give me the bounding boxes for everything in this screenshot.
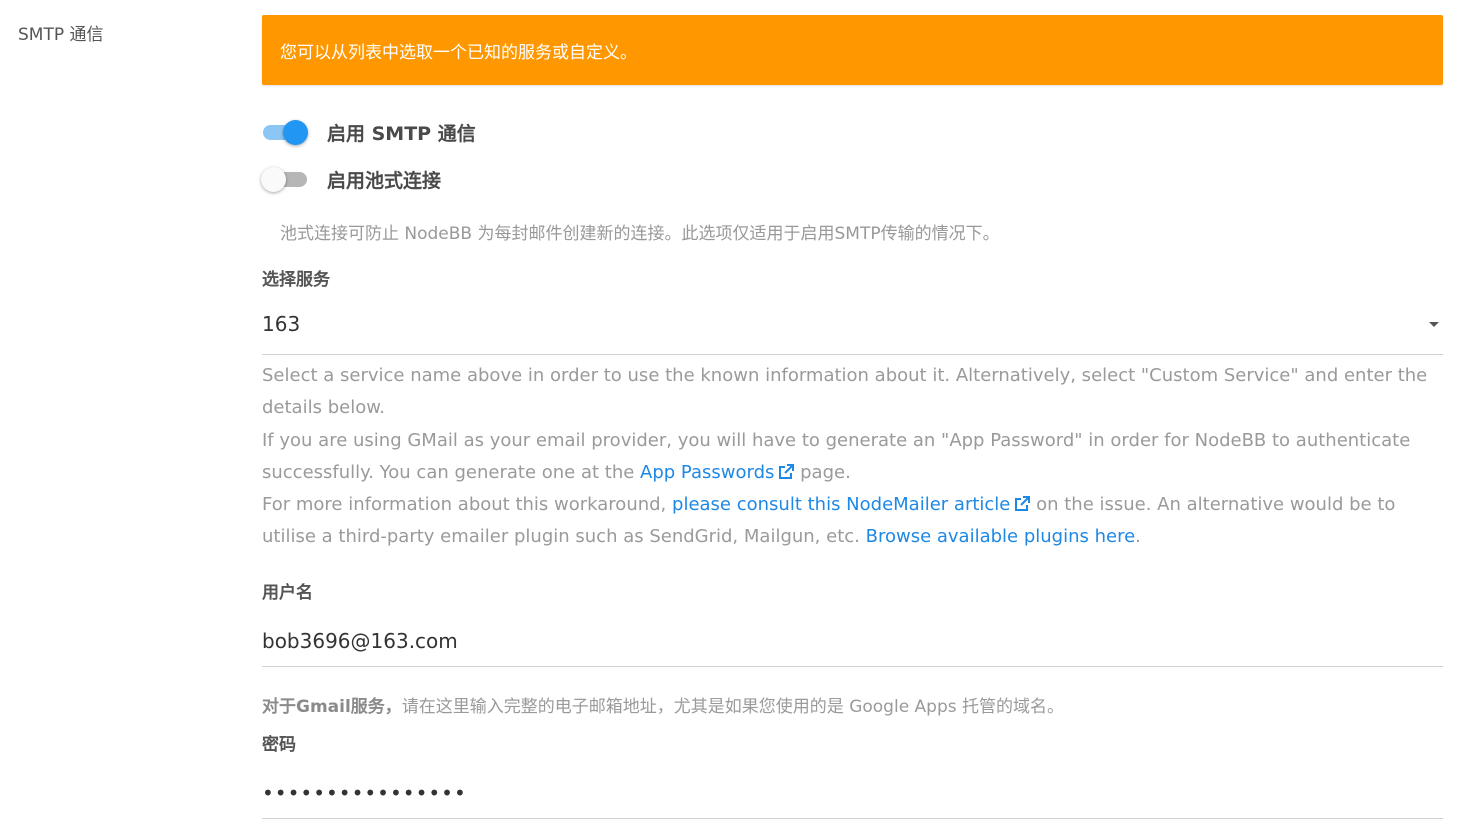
password-label: 密码 [262, 735, 296, 755]
pool-help-text: 池式连接可防止 NodeBB 为每封邮件创建新的连接。此选项仅适用于启用SMTP… [280, 224, 1000, 244]
username-help-text: 请在这里输入完整的电子邮箱地址，尤其是如果您使用的是 Google Apps 托… [401, 697, 1065, 717]
service-select[interactable]: 163 [262, 308, 1443, 355]
alert-text: 您可以从列表中选取一个已知的服务或自定义。 [280, 42, 637, 63]
external-link-icon [1015, 496, 1031, 512]
service-help-line2: If you are using GMail as your email pro… [262, 425, 1443, 490]
smtp-settings-panel: 您可以从列表中选取一个已知的服务或自定义。 启用 SMTP 通信 启用池式连接 … [261, 15, 1443, 819]
enable-pool-label[interactable]: 启用池式连接 [327, 166, 441, 193]
external-link-icon [779, 463, 795, 479]
enable-pool-row: 启用池式连接 [261, 164, 441, 194]
service-help: Select a service name above in order to … [262, 360, 1443, 554]
username-label: 用户名 [262, 583, 313, 603]
service-label: 选择服务 [262, 270, 330, 290]
nodemailer-article-link[interactable]: please consult this NodeMailer article [672, 494, 1031, 516]
username-help-bold: 对于Gmail服务， [262, 697, 402, 717]
app-passwords-link[interactable]: App Passwords [640, 461, 795, 483]
enable-smtp-toggle[interactable] [262, 117, 308, 147]
browse-plugins-link[interactable]: Browse available plugins here [866, 526, 1136, 547]
username-help: 对于Gmail服务，请在这里输入完整的电子邮箱地址，尤其是如果您使用的是 Goo… [262, 692, 1064, 717]
toggle-knob [261, 167, 286, 192]
service-help-line1: Select a service name above in order to … [262, 365, 1428, 419]
password-input[interactable]: •••••••••••••••• [262, 773, 1443, 819]
section-label: SMTP 通信 [18, 25, 104, 45]
caret-down-icon [1429, 322, 1439, 327]
smtp-settings-page: SMTP 通信 您可以从列表中选取一个已知的服务或自定义。 启用 SMTP 通信… [0, 0, 1468, 823]
enable-smtp-label[interactable]: 启用 SMTP 通信 [327, 119, 476, 146]
help-text: For more information about this workarou… [262, 494, 673, 516]
service-help-line3: For more information about this workarou… [262, 489, 1443, 554]
help-text: . [1135, 526, 1141, 548]
enable-smtp-row: 启用 SMTP 通信 [262, 117, 476, 147]
service-select-value: 163 [262, 312, 301, 336]
username-input[interactable]: bob3696@163.com [262, 621, 1443, 667]
toggle-knob [283, 120, 308, 145]
nodemailer-article-link-text: please consult this NodeMailer article [672, 494, 1011, 516]
info-alert: 您可以从列表中选取一个已知的服务或自定义。 [262, 15, 1443, 85]
enable-pool-toggle[interactable] [261, 164, 308, 194]
help-text: page. [794, 461, 851, 483]
app-passwords-link-text: App Passwords [640, 461, 775, 483]
